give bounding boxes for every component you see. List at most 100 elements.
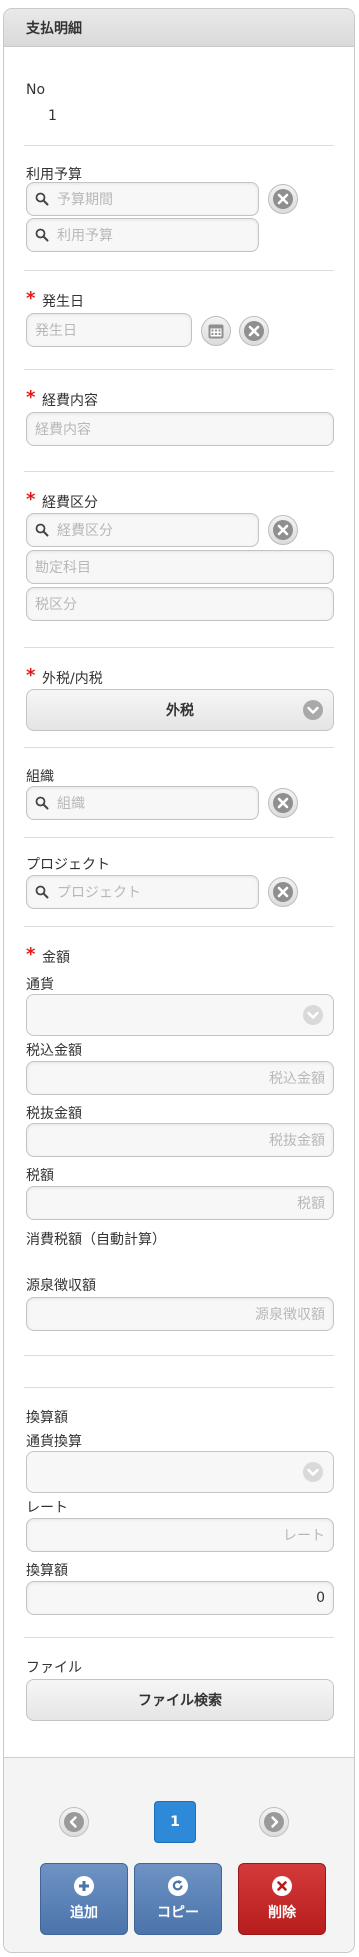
tax-category-placeholder: 税区分 (35, 597, 77, 613)
add-label: 追加 (70, 1905, 98, 1921)
content-field[interactable]: 経費内容 (26, 412, 334, 446)
date-field[interactable]: 発生日 (26, 313, 192, 347)
category-label: 経費区分 (42, 495, 98, 511)
payment-detail-panel: 支払明細 No 1 利用予算 予算期間 利用予算 * 発生日 発生日 * 経費内… (3, 8, 355, 1953)
divider (24, 1387, 334, 1388)
calendar-icon (208, 324, 224, 339)
org-field[interactable]: 組織 (26, 786, 259, 820)
tax-placeholder: 税額 (297, 1196, 325, 1212)
converted-amount-field[interactable]: 0 (26, 1581, 334, 1615)
no-value: 1 (48, 108, 57, 124)
delete-label: 削除 (268, 1905, 296, 1921)
clear-date-button[interactable] (239, 316, 269, 346)
converted-amount-label: 換算額 (26, 1563, 68, 1579)
tax-category-field[interactable]: 税区分 (26, 587, 334, 621)
budget-placeholder: 利用予算 (57, 228, 113, 244)
required-mark: * (26, 387, 36, 408)
no-label: No (26, 82, 46, 98)
content-label: 経費内容 (42, 393, 98, 409)
search-icon (35, 796, 49, 810)
tax-excl-field[interactable]: 税抜金額 (26, 1123, 334, 1157)
required-mark: * (26, 944, 36, 965)
close-icon (277, 1881, 287, 1891)
conversion-label: 換算額 (26, 1410, 68, 1426)
currency-conversion-select[interactable] (26, 1451, 334, 1493)
divider (24, 747, 334, 748)
required-mark: * (26, 288, 36, 309)
clear-icon (273, 882, 293, 902)
file-label: ファイル (26, 1660, 82, 1676)
clear-icon (273, 189, 293, 209)
converted-amount-value: 0 (316, 1590, 325, 1606)
currency-select[interactable] (26, 994, 334, 1036)
search-icon (35, 523, 49, 537)
divider (24, 647, 334, 648)
clear-budget-button[interactable] (268, 184, 298, 214)
org-placeholder: 組織 (57, 796, 85, 812)
next-page-button[interactable] (259, 1807, 289, 1837)
rate-label: レート (26, 1500, 68, 1516)
chevron-down-icon (303, 700, 323, 720)
budget-label: 利用予算 (26, 167, 82, 183)
tax-type-value: 外税 (166, 703, 194, 719)
add-button[interactable]: 追加 (40, 1863, 128, 1935)
tax-excl-label: 税抜金額 (26, 1106, 82, 1122)
next-icon (264, 1812, 284, 1832)
copy-button[interactable]: コピー (134, 1863, 222, 1935)
tax-incl-field[interactable]: 税込金額 (26, 1061, 334, 1095)
project-field[interactable]: プロジェクト (26, 875, 259, 909)
category-field[interactable]: 経費区分 (26, 513, 259, 547)
clear-icon (244, 321, 264, 341)
delete-button[interactable]: 削除 (238, 1863, 326, 1935)
divider (24, 145, 334, 146)
clear-org-button[interactable] (268, 788, 298, 818)
clear-category-button[interactable] (268, 515, 298, 545)
prev-page-button[interactable] (59, 1807, 89, 1837)
clear-icon (273, 793, 293, 813)
content-placeholder: 経費内容 (35, 422, 91, 438)
divider (24, 471, 334, 472)
budget-field[interactable]: 利用予算 (26, 218, 259, 252)
date-placeholder: 発生日 (35, 323, 77, 339)
category-placeholder: 経費区分 (57, 523, 113, 539)
budget-period-field[interactable]: 予算期間 (26, 182, 259, 216)
withholding-label: 源泉徴収額 (26, 1278, 96, 1294)
clear-icon (273, 520, 293, 540)
tax-incl-label: 税込金額 (26, 1043, 82, 1059)
withholding-placeholder: 源泉徴収額 (255, 1307, 325, 1323)
clear-project-button[interactable] (268, 877, 298, 907)
file-search-button[interactable]: ファイル検索 (26, 1679, 334, 1721)
account-field[interactable]: 勘定科目 (26, 550, 334, 584)
amount-label: 金額 (42, 950, 70, 966)
required-mark: * (26, 665, 36, 686)
project-label: プロジェクト (26, 857, 110, 873)
divider (24, 1355, 334, 1356)
rate-placeholder: レート (283, 1528, 325, 1544)
search-icon (35, 885, 49, 899)
withholding-field[interactable]: 源泉徴収額 (26, 1297, 334, 1331)
chevron-down-icon (303, 1005, 323, 1025)
tax-incl-placeholder: 税込金額 (269, 1071, 325, 1087)
rate-field[interactable]: レート (26, 1518, 334, 1552)
tax-field[interactable]: 税額 (26, 1186, 334, 1220)
currency-label: 通貨 (26, 977, 54, 993)
required-mark: * (26, 489, 36, 510)
project-placeholder: プロジェクト (57, 885, 141, 901)
page-number-current[interactable]: 1 (154, 1801, 196, 1843)
divider (24, 369, 334, 370)
tax-type-label: 外税/内税 (42, 671, 103, 687)
divider (24, 837, 334, 838)
plus-icon (79, 1881, 89, 1891)
panel-title: 支払明細 (4, 9, 354, 47)
tax-type-select[interactable]: 外税 (26, 689, 334, 731)
search-icon (35, 228, 49, 242)
divider (24, 1637, 334, 1638)
divider (24, 926, 334, 927)
org-label: 組織 (26, 769, 54, 785)
tax-label: 税額 (26, 1168, 54, 1184)
tax-excl-placeholder: 税抜金額 (269, 1133, 325, 1149)
calendar-button[interactable] (201, 316, 231, 346)
divider (24, 270, 334, 271)
chevron-down-icon (303, 1462, 323, 1482)
account-placeholder: 勘定科目 (35, 560, 91, 576)
